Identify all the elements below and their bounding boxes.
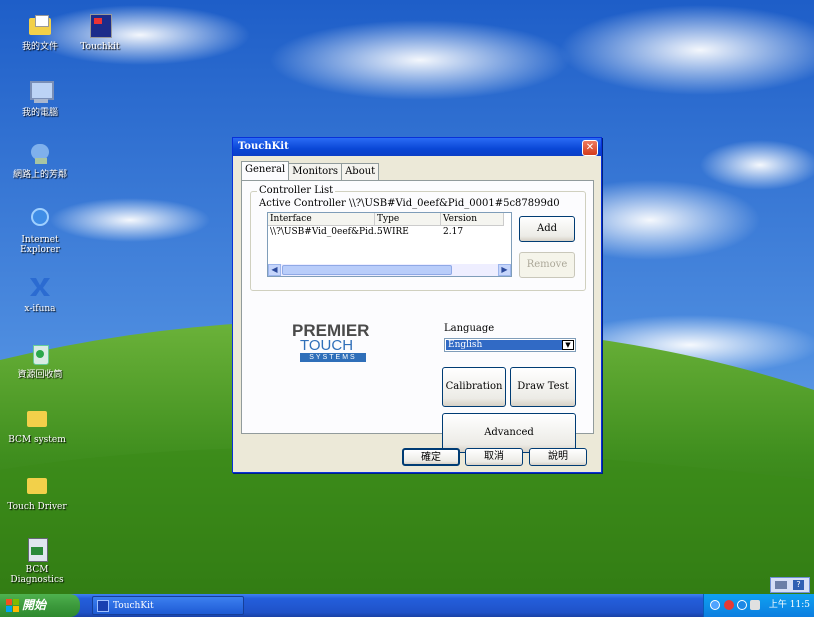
- system-tray: 上午 11:5: [703, 594, 814, 617]
- language-label: Language: [444, 323, 495, 334]
- help-button[interactable]: 說明: [529, 448, 587, 466]
- cell-interface[interactable]: \\?\USB#Vid_0eef&Pid...: [268, 227, 382, 237]
- calibration-button[interactable]: Calibration: [442, 367, 506, 407]
- clock[interactable]: 上午 11:5: [769, 594, 810, 617]
- app-icon: [26, 274, 54, 302]
- folder-icon: [26, 12, 54, 40]
- desktop-icon-internet-explorer[interactable]: Internet Explorer: [5, 205, 75, 255]
- start-button[interactable]: 開始: [0, 594, 80, 617]
- tray-network-icon[interactable]: [710, 600, 720, 610]
- premier-touch-logo: PREMIER TOUCH SYSTEMS: [292, 322, 372, 362]
- horizontal-scrollbar[interactable]: ◀ ▶: [268, 264, 511, 276]
- dialog-titlebar[interactable]: TouchKit ✕: [233, 138, 601, 156]
- active-controller-row: Active Controller \\?\USB#Vid_0eef&Pid_0…: [259, 198, 579, 209]
- desktop-icon-bcm-diagnostics[interactable]: BCM Diagnostics: [2, 535, 72, 585]
- cell-version[interactable]: 2.17: [441, 227, 463, 237]
- remove-button[interactable]: Remove: [519, 252, 575, 278]
- desktop-icon-my-computer[interactable]: 我的電腦: [5, 78, 75, 118]
- desktop-icon-recycle-bin[interactable]: 資源回收筒: [5, 340, 75, 380]
- controller-list-label: Controller List: [257, 185, 336, 196]
- column-header-version[interactable]: Version: [441, 213, 504, 226]
- tab-strip: General Monitors About: [241, 161, 380, 180]
- desktop-icon-bcm-system[interactable]: BCM system: [2, 405, 72, 445]
- language-bar[interactable]: ?: [770, 577, 810, 593]
- scroll-right-button[interactable]: ▶: [498, 264, 511, 276]
- scroll-thumb[interactable]: [282, 265, 452, 275]
- internet-explorer-icon: [26, 205, 54, 233]
- keyboard-icon: [775, 581, 787, 589]
- windows-logo-icon: [6, 599, 19, 612]
- computer-icon: [26, 78, 54, 106]
- add-button[interactable]: Add: [519, 216, 575, 242]
- controller-list[interactable]: Interface Type Version \\?\USB#Vid_0eef&…: [267, 212, 512, 277]
- language-select[interactable]: English ▼: [444, 338, 576, 352]
- network-icon: [26, 140, 54, 168]
- taskbar: 開始 TouchKit 上午 11:5: [0, 594, 814, 617]
- start-label: 開始: [22, 598, 47, 612]
- logo-line-systems: SYSTEMS: [300, 353, 366, 362]
- column-header-interface[interactable]: Interface: [268, 213, 375, 226]
- tab-monitors[interactable]: Monitors: [288, 163, 343, 180]
- tray-security-icon[interactable]: [724, 600, 734, 610]
- diagnostics-icon: [23, 535, 51, 563]
- dialog-title: TouchKit: [238, 141, 289, 152]
- folder-icon: [23, 472, 51, 500]
- desktop-icon-xifuna[interactable]: x-ifuna: [5, 274, 75, 314]
- arrow-left-icon: ◀: [271, 265, 278, 274]
- arrow-right-icon: ▶: [501, 265, 508, 274]
- recycle-bin-icon: [26, 340, 54, 368]
- desktop-icon-touchkit[interactable]: Touchkit: [65, 12, 135, 52]
- folder-icon: [23, 405, 51, 433]
- controller-list-group: Controller List Active Controller \\?\US…: [250, 185, 586, 291]
- help-icon: ?: [793, 580, 804, 590]
- column-header-type[interactable]: Type: [375, 213, 441, 226]
- close-button[interactable]: ✕: [582, 140, 598, 156]
- cell-type[interactable]: 5WIRE: [375, 227, 409, 237]
- draw-test-button[interactable]: Draw Test: [510, 367, 576, 407]
- desktop-icon-touch-driver[interactable]: Touch Driver: [2, 472, 72, 512]
- tray-shield-icon[interactable]: [737, 600, 747, 610]
- tab-general[interactable]: General: [241, 161, 290, 180]
- touchkit-icon: [97, 600, 109, 612]
- desktop-icon-network[interactable]: 網路上的芳鄰: [5, 140, 75, 180]
- tab-about[interactable]: About: [341, 163, 380, 180]
- active-controller-label: Active Controller: [259, 198, 346, 209]
- touchkit-dialog: TouchKit ✕ General Monitors About Contro…: [232, 137, 602, 473]
- language-selected-value: English: [446, 340, 562, 350]
- logo-line-touch: TOUCH: [300, 337, 354, 354]
- taskbar-item-label: TouchKit: [113, 601, 154, 611]
- taskbar-item-touchkit[interactable]: TouchKit: [92, 596, 244, 615]
- scroll-left-button[interactable]: ◀: [268, 264, 281, 276]
- active-controller-value: \\?\USB#Vid_0eef&Pid_0001#5c87899d0: [349, 198, 560, 209]
- ok-button[interactable]: 確定: [402, 448, 460, 466]
- touchkit-icon: [86, 12, 114, 40]
- tray-volume-icon[interactable]: [750, 600, 760, 610]
- chevron-down-icon[interactable]: ▼: [562, 340, 574, 350]
- dialog-footer: 確定 取消 說明: [233, 448, 601, 468]
- close-icon: ✕: [585, 142, 595, 153]
- advanced-button[interactable]: Advanced: [442, 413, 576, 453]
- general-tab-panel: Controller List Active Controller \\?\US…: [241, 180, 594, 453]
- cancel-button[interactable]: 取消: [465, 448, 523, 466]
